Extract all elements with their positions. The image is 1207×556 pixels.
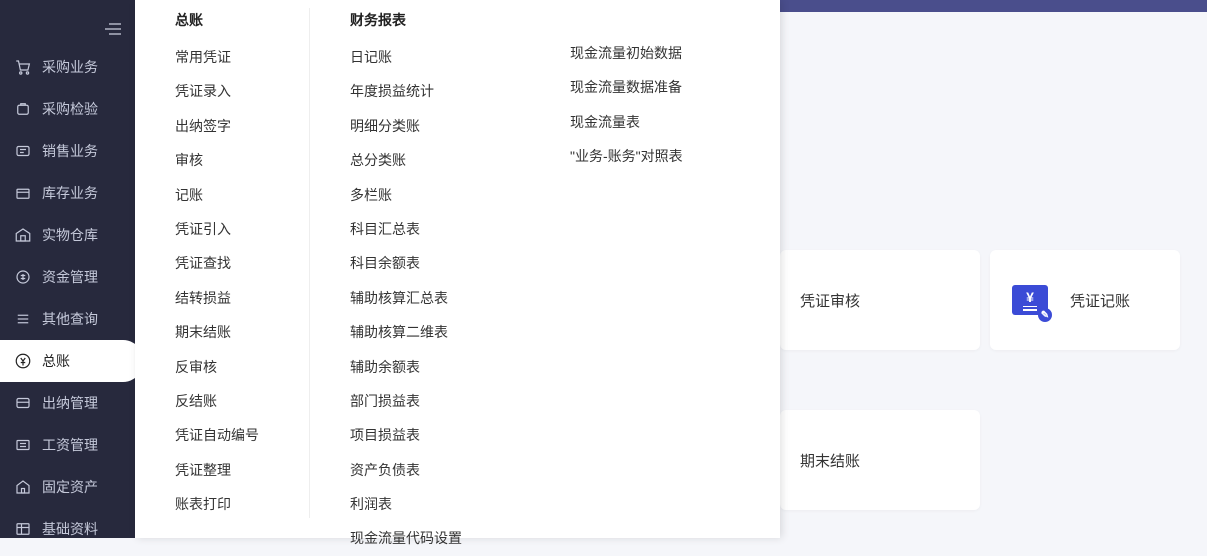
box-icon: [14, 184, 32, 202]
submenu-ledger-item-0[interactable]: 常用凭证: [153, 40, 291, 74]
sidebar-item-warehouse[interactable]: 实物仓库: [0, 214, 135, 256]
submenu-ledger-item-13[interactable]: 账表打印: [153, 487, 291, 521]
submenu-report-item-9[interactable]: 辅助余额表: [328, 350, 512, 384]
submenu-report-item-4[interactable]: 多栏账: [328, 178, 512, 212]
submenu-ledger-item-4[interactable]: 记账: [153, 178, 291, 212]
funds-icon: [14, 268, 32, 286]
sidebar-item-funds[interactable]: 资金管理: [0, 256, 135, 298]
sidebar-label: 总账: [42, 351, 70, 371]
submenu-report-item-14[interactable]: 现金流量代码设置: [328, 521, 512, 555]
submenu-ledger-item-8[interactable]: 期末结账: [153, 315, 291, 349]
submenu-ledger-item-10[interactable]: 反结账: [153, 384, 291, 418]
submenu-heading-reports: 财务报表: [328, 8, 512, 40]
data-icon: [14, 520, 32, 538]
ledger-submenu-panel: 总账 常用凭证凭证录入出纳签字审核记账凭证引入凭证查找结转损益期末结账反审核反结…: [135, 0, 780, 538]
sidebar-item-purchase[interactable]: 采购业务: [0, 46, 135, 88]
submenu-report-item-3[interactable]: 总分类账: [328, 143, 512, 177]
main-sidebar: 采购业务 采购检验 销售业务 库存业务 实物仓库 资金管理 其他: [0, 0, 135, 538]
submenu-column-ledger: 总账 常用凭证凭证录入出纳签字审核记账凭证引入凭证查找结转损益期末结账反审核反结…: [135, 8, 310, 518]
sidebar-label: 其他查询: [42, 309, 98, 329]
sidebar-item-fixed-assets[interactable]: 固定资产: [0, 466, 135, 508]
submenu-ledger-item-7[interactable]: 结转损益: [153, 281, 291, 315]
submenu-column-cashflow: 现金流量初始数据现金流量数据准备现金流量表"业务-账务"对照表: [530, 8, 750, 518]
sidebar-label: 出纳管理: [42, 393, 98, 413]
sidebar-item-other-query[interactable]: 其他查询: [0, 298, 135, 340]
sidebar-label: 基础资料: [42, 519, 98, 539]
card-label: 期末结账: [800, 450, 860, 471]
submenu-ledger-item-9[interactable]: 反审核: [153, 350, 291, 384]
submenu-report-item-13[interactable]: 利润表: [328, 487, 512, 521]
submenu-report-item-12[interactable]: 资产负债表: [328, 453, 512, 487]
sidebar-item-cashier[interactable]: 出纳管理: [0, 382, 135, 424]
quick-action-area: 凭证审核 ¥ ✎ 凭证记账 期末结账: [780, 0, 1207, 538]
card-voucher-audit[interactable]: 凭证审核: [780, 250, 980, 350]
voucher-post-icon: ¥ ✎: [1010, 280, 1050, 320]
warehouse-icon: [14, 226, 32, 244]
submenu-cashflow-item-1[interactable]: 现金流量数据准备: [548, 70, 732, 104]
submenu-ledger-item-3[interactable]: 审核: [153, 143, 291, 177]
sidebar-item-inventory[interactable]: 库存业务: [0, 172, 135, 214]
submenu-cashflow-item-3[interactable]: "业务-账务"对照表: [548, 139, 732, 173]
sidebar-label: 库存业务: [42, 183, 98, 203]
list-icon: [14, 310, 32, 328]
sidebar-label: 固定资产: [42, 477, 98, 497]
sidebar-item-payroll[interactable]: 工资管理: [0, 424, 135, 466]
building-icon: [14, 478, 32, 496]
card-label: 凭证记账: [1070, 290, 1130, 311]
cashier-icon: [14, 394, 32, 412]
submenu-report-item-6[interactable]: 科目余额表: [328, 246, 512, 280]
inspect-icon: [14, 100, 32, 118]
sidebar-label: 资金管理: [42, 267, 98, 287]
submenu-report-item-5[interactable]: 科目汇总表: [328, 212, 512, 246]
submenu-column-reports: 财务报表 日记账年度损益统计明细分类账总分类账多栏账科目汇总表科目余额表辅助核算…: [310, 8, 530, 518]
submenu-report-item-0[interactable]: 日记账: [328, 40, 512, 74]
sidebar-item-sales[interactable]: 销售业务: [0, 130, 135, 172]
sidebar-label: 采购业务: [42, 57, 98, 77]
submenu-report-item-10[interactable]: 部门损益表: [328, 384, 512, 418]
submenu-ledger-item-1[interactable]: 凭证录入: [153, 74, 291, 108]
sidebar-item-purchase-inspect[interactable]: 采购检验: [0, 88, 135, 130]
submenu-heading-ledger: 总账: [153, 8, 291, 40]
submenu-report-item-2[interactable]: 明细分类账: [328, 109, 512, 143]
submenu-ledger-item-5[interactable]: 凭证引入: [153, 212, 291, 246]
submenu-report-item-11[interactable]: 项目损益表: [328, 418, 512, 452]
sidebar-label: 采购检验: [42, 99, 98, 119]
submenu-report-item-8[interactable]: 辅助核算二维表: [328, 315, 512, 349]
submenu-cashflow-item-0[interactable]: 现金流量初始数据: [548, 36, 732, 70]
submenu-cashflow-item-2[interactable]: 现金流量表: [548, 105, 732, 139]
submenu-ledger-item-2[interactable]: 出纳签字: [153, 109, 291, 143]
submenu-report-item-1[interactable]: 年度损益统计: [328, 74, 512, 108]
sidebar-item-basic-data[interactable]: 基础资料: [0, 508, 135, 550]
sidebar-item-ledger[interactable]: 总账: [0, 340, 143, 382]
sales-icon: [14, 142, 32, 160]
submenu-ledger-item-12[interactable]: 凭证整理: [153, 453, 291, 487]
submenu-ledger-item-11[interactable]: 凭证自动编号: [153, 418, 291, 452]
submenu-ledger-item-6[interactable]: 凭证查找: [153, 246, 291, 280]
sidebar-label: 实物仓库: [42, 225, 98, 245]
cart-icon: [14, 58, 32, 76]
card-label: 凭证审核: [800, 290, 860, 311]
sidebar-collapse-button[interactable]: [0, 12, 135, 46]
payroll-icon: [14, 436, 32, 454]
sidebar-label: 销售业务: [42, 141, 98, 161]
card-voucher-post[interactable]: ¥ ✎ 凭证记账: [990, 250, 1180, 350]
card-period-close[interactable]: 期末结账: [780, 410, 980, 510]
submenu-report-item-7[interactable]: 辅助核算汇总表: [328, 281, 512, 315]
ledger-icon: [14, 352, 32, 370]
sidebar-label: 工资管理: [42, 435, 98, 455]
